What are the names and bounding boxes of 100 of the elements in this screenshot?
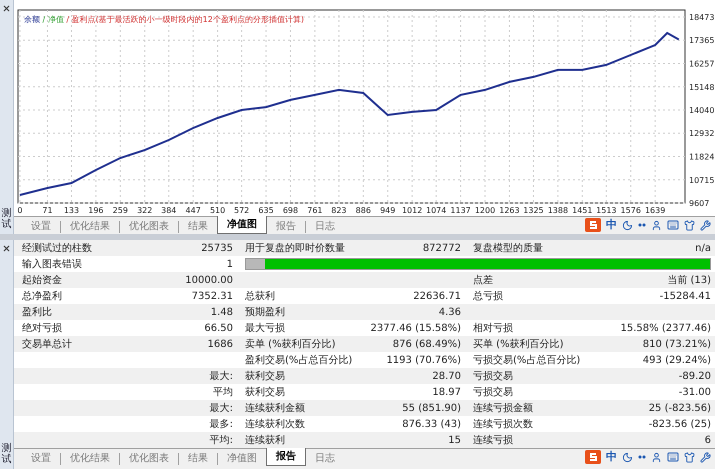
y-axis-label: 9607 bbox=[689, 199, 710, 208]
tab[interactable]: 报告 bbox=[267, 217, 305, 235]
x-axis-label: 1137 bbox=[450, 206, 471, 215]
shirt-icon[interactable] bbox=[684, 220, 695, 231]
user-icon[interactable] bbox=[651, 220, 662, 231]
stat-value: 15.58% (2377.46) bbox=[620, 322, 711, 334]
stat-label: 连续亏损金额 bbox=[473, 402, 533, 414]
tab[interactable]: 报告 bbox=[266, 448, 306, 466]
stat-label: 盈利比 bbox=[22, 306, 52, 318]
y-axis-label: 14040 bbox=[689, 106, 714, 115]
tab[interactable]: 设置 bbox=[22, 449, 60, 467]
x-axis-label: 1200 bbox=[474, 206, 496, 215]
x-axis-label: 0 bbox=[17, 206, 22, 215]
x-axis-label: 761 bbox=[307, 206, 323, 215]
keyboard-icon[interactable] bbox=[667, 219, 679, 232]
x-axis-label: 447 bbox=[186, 206, 201, 215]
stat-label: 绝对亏损 bbox=[22, 322, 62, 334]
stat-value: 最大: bbox=[210, 402, 233, 414]
x-axis-label: 1074 bbox=[426, 206, 446, 215]
tab[interactable]: 优化图表 bbox=[120, 217, 178, 235]
stat-value: n/a bbox=[695, 242, 711, 254]
stat-value: 1686 bbox=[208, 338, 233, 350]
tab[interactable]: 设置 bbox=[22, 217, 60, 235]
stat-value: 7352.31 bbox=[192, 290, 233, 302]
stat-label: 点差 bbox=[473, 274, 493, 286]
x-axis-label: 635 bbox=[258, 206, 274, 215]
panel-side-label: 测试 bbox=[2, 443, 12, 465]
x-axis-label: 1639 bbox=[644, 206, 666, 215]
stat-value: 当前 (13) bbox=[667, 274, 711, 286]
stat-value: 平均: bbox=[210, 434, 233, 446]
wrench-icon[interactable] bbox=[700, 452, 711, 463]
stat-label: 亏损交易 bbox=[473, 370, 513, 382]
stat-label: 复盘模型的质量 bbox=[473, 242, 543, 254]
x-axis-label: 322 bbox=[137, 206, 152, 215]
moon-icon[interactable] bbox=[622, 220, 633, 231]
stat-value: -31.00 bbox=[678, 386, 711, 398]
stat-value: 最大: bbox=[210, 370, 233, 382]
tab[interactable]: 净值图 bbox=[217, 216, 267, 234]
stat-label: 相对亏损 bbox=[473, 322, 513, 334]
stat-value: -15284.41 bbox=[660, 290, 711, 302]
x-axis-label: 1012 bbox=[402, 206, 422, 215]
keyboard-icon[interactable] bbox=[667, 451, 679, 464]
x-axis-label: 196 bbox=[88, 206, 104, 215]
tab[interactable]: 日志 bbox=[306, 449, 344, 467]
close-icon[interactable] bbox=[2, 244, 11, 253]
stat-value: 10000.00 bbox=[185, 274, 233, 286]
y-axis-label: 18473 bbox=[689, 13, 714, 22]
stat-value: 1193 (70.76%) bbox=[386, 354, 461, 366]
stat-value: 25 (-823.56) bbox=[648, 402, 711, 414]
stat-label: 输入图表错误 bbox=[22, 258, 82, 270]
y-axis-label: 11824 bbox=[689, 152, 714, 162]
tab[interactable]: 结果 bbox=[179, 217, 217, 235]
stat-label: 起始资金 bbox=[22, 274, 62, 286]
stat-label: 买单 (%获利百分比) bbox=[473, 338, 564, 350]
x-axis-label: 572 bbox=[234, 206, 250, 215]
x-axis-label: 1388 bbox=[548, 206, 568, 215]
panel-side-label: 测试 bbox=[2, 208, 12, 230]
x-axis-label: 886 bbox=[356, 206, 371, 215]
ime-indicator[interactable]: 中 bbox=[606, 217, 617, 234]
y-axis-label: 16257 bbox=[689, 60, 714, 68]
logo-icon[interactable] bbox=[585, 218, 601, 232]
stat-value: 25735 bbox=[201, 242, 233, 254]
x-axis-label: 1263 bbox=[499, 206, 520, 215]
dots-icon[interactable] bbox=[638, 221, 646, 230]
moon-icon[interactable] bbox=[622, 452, 633, 463]
ime-indicator[interactable]: 中 bbox=[606, 449, 617, 466]
wrench-icon[interactable] bbox=[700, 220, 711, 231]
stat-value: 876.33 (43) bbox=[402, 418, 461, 430]
tab[interactable]: 优化结果 bbox=[61, 449, 119, 467]
x-axis-label: 823 bbox=[331, 206, 347, 215]
x-axis-label: 1513 bbox=[596, 206, 616, 215]
stat-label: 预期盈利 bbox=[245, 306, 285, 318]
stat-value: 22636.71 bbox=[413, 290, 461, 302]
stat-value: 2377.46 (15.58%) bbox=[370, 322, 461, 334]
stat-value: 876 (68.49%) bbox=[392, 338, 461, 350]
tab[interactable]: 优化结果 bbox=[61, 217, 119, 235]
stat-label: 经测试过的柱数 bbox=[22, 242, 92, 254]
x-axis-label: 259 bbox=[112, 206, 128, 215]
y-axis-label: 10715 bbox=[689, 176, 714, 185]
tab[interactable]: 优化图表 bbox=[120, 449, 178, 467]
tab[interactable]: 净值图 bbox=[218, 449, 266, 467]
dots-icon[interactable] bbox=[638, 453, 646, 462]
shirt-icon[interactable] bbox=[684, 452, 695, 463]
x-axis-label: 949 bbox=[380, 206, 396, 215]
stat-label: 连续获利次数 bbox=[245, 418, 305, 430]
stat-label: 用于复盘的即时价数量 bbox=[245, 242, 345, 254]
tab[interactable]: 日志 bbox=[306, 217, 344, 235]
legend-item: 余额 bbox=[24, 15, 40, 24]
stat-label: 卖单 (%获利百分比) bbox=[245, 338, 336, 350]
logo-icon[interactable] bbox=[585, 450, 601, 464]
stat-value: 55 (851.90) bbox=[402, 402, 461, 414]
stat-value: 1.48 bbox=[210, 306, 233, 318]
x-axis-label: 1451 bbox=[572, 206, 592, 215]
legend-item: / 盈利点(基于最活跃的小一级时段内的12个盈利点的分形插值计算) bbox=[66, 15, 304, 24]
stat-label: 最大亏损 bbox=[245, 322, 285, 334]
stat-label: 盈利交易(%占总百分比) bbox=[245, 354, 352, 366]
tab[interactable]: 结果 bbox=[179, 449, 217, 467]
user-icon[interactable] bbox=[651, 452, 662, 463]
x-axis-label: 698 bbox=[282, 206, 298, 215]
close-icon[interactable] bbox=[2, 4, 11, 13]
